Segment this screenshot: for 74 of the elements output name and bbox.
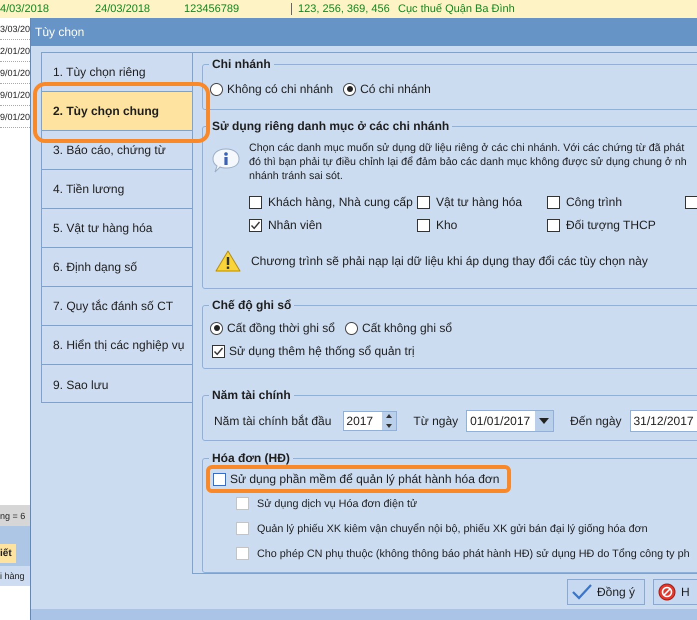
checkbox-label: Khách hàng, Nhà cung cấp <box>268 195 413 209</box>
checkbox-label: Cho phép CN phụ thuộc (không thông báo phát hành HĐ) sử dụng HĐ do Tổng công ty ph <box>257 548 690 560</box>
radio-button[interactable] <box>210 322 223 334</box>
date-picker[interactable]: 31/12/2017 <box>630 410 697 432</box>
field-label: Năm tài chính bắt đầu <box>214 414 332 428</box>
group-title: Sử dụng riêng danh mục ở các chi nhánh <box>211 119 450 133</box>
stop-icon <box>658 583 676 601</box>
sidebar-item[interactable]: 2. Tùy chọn chung <box>42 92 192 131</box>
checkbox[interactable] <box>417 218 430 232</box>
spin-down-icon[interactable] <box>385 423 394 428</box>
info-text: nhánh tránh sai sót. <box>249 169 344 183</box>
checkbox[interactable] <box>212 344 225 358</box>
checkbox-label: Quản lý phiếu XK kiêm vận chuyển nội bộ, phiếu XK gửi bán đại lý giống hóa đơn <box>257 522 648 534</box>
sidebar-item[interactable]: 7. Quy tắc đánh số CT <box>42 287 192 326</box>
checkbox[interactable] <box>547 218 560 232</box>
table-cell: i hàng <box>0 571 25 581</box>
checkbox[interactable] <box>547 196 560 208</box>
sidebar-item[interactable]: 6. Định dạng số <box>42 248 192 287</box>
checkbox-label: Sử dụng thêm hệ thống sổ quản trị <box>229 344 414 358</box>
field-label: Đến ngày <box>570 414 622 428</box>
radio-label: Cất không ghi sổ <box>362 321 452 335</box>
table-cell: 123, 256, 369, 456 <box>291 3 398 15</box>
table-cell: 2/01/20 <box>0 46 30 56</box>
radio-button[interactable] <box>343 82 356 96</box>
checkbox-label: Sử dụng phần mềm để quản lý phát hành hóa đơn <box>230 472 500 486</box>
radio-label: Cất đồng thời ghi sổ <box>227 321 335 335</box>
table-cell-text: 24/03/2018 <box>95 3 152 15</box>
sidebar-item[interactable]: 5. Vật tư hàng hóa <box>42 209 192 248</box>
checkbox[interactable] <box>685 196 697 208</box>
window-title: Tùy chọn <box>35 25 84 39</box>
group-title: Chế độ ghi sổ <box>211 298 292 312</box>
cancel-button[interactable]: H <box>653 579 697 605</box>
field-label: Từ ngày <box>413 414 458 428</box>
sidebar-item[interactable]: 9. Sao lưu <box>42 365 192 404</box>
info-text: Chọn các danh mục muốn sử dụng dữ liệu riêng ở các chi nhánh. Với các chứng từ đã phát <box>249 141 686 155</box>
checkbox[interactable] <box>213 472 226 486</box>
radio-label: Không có chi nhánh <box>227 82 334 96</box>
date-picker[interactable]: 01/01/2017 <box>466 410 554 432</box>
radio-button[interactable] <box>210 82 223 96</box>
sidebar-item[interactable]: 3. Báo cáo, chứng từ <box>42 131 192 170</box>
radio-label: Có chi nhánh <box>360 82 431 96</box>
table-cell: 9/01/20 <box>0 68 30 78</box>
table-cell: 3/03/20 <box>0 24 30 34</box>
spin-up-icon[interactable] <box>385 414 394 419</box>
dropdown-arrow-icon[interactable] <box>539 418 550 424</box>
checkmark-icon <box>572 584 592 600</box>
group-title: Chi nhánh <box>211 57 272 71</box>
ok-button[interactable]: Đồng ý <box>567 579 645 605</box>
status-text: ng = 6 <box>0 510 26 520</box>
info-icon <box>211 147 241 175</box>
table-cell: 9/01/20 <box>0 112 30 122</box>
group-title: Hóa đơn (HĐ) <box>211 451 291 465</box>
checkbox[interactable] <box>417 196 430 208</box>
radio-button[interactable] <box>344 322 358 334</box>
checkbox[interactable] <box>249 218 262 232</box>
checkbox-label: Sử dụng dịch vụ Hóa đơn điện tử <box>257 498 418 510</box>
checkbox[interactable] <box>249 196 262 208</box>
checkbox-label: Công trình <box>566 195 622 209</box>
sidebar-item[interactable]: 8. Hiển thị các nghiệp vụ <box>42 326 192 365</box>
checkbox-label: Nhân viên <box>268 218 322 232</box>
sidebar-item[interactable]: 4. Tiền lương <box>42 170 192 209</box>
tab[interactable]: iết <box>0 544 16 563</box>
checkbox-label: Kho <box>436 218 458 232</box>
checkbox-label: Đối tượng THCP <box>566 218 656 232</box>
table-cell-text: 4/03/2018 <box>0 3 50 15</box>
warning-text: Chương trình sẽ phải nạp lại dữ liệu khi áp dụng thay đổi các tùy chọn này <box>251 254 648 268</box>
table-cell: 9/01/20 <box>0 90 30 100</box>
checkbox-label: Vật tư hàng hóa <box>436 195 522 209</box>
warning-icon <box>215 250 241 272</box>
table-cell-text: Cục thuế Quận Ba Đình <box>398 3 516 15</box>
group-title: Năm tài chính <box>211 388 292 402</box>
year-spinner[interactable]: 2017 <box>343 411 398 431</box>
info-text: đó thì bạn phải tự điều chỉnh lại để đảm bảo các danh mục không được sử dụng chung ở nh <box>249 155 687 169</box>
table-cell-text: 123456789 <box>184 3 240 15</box>
